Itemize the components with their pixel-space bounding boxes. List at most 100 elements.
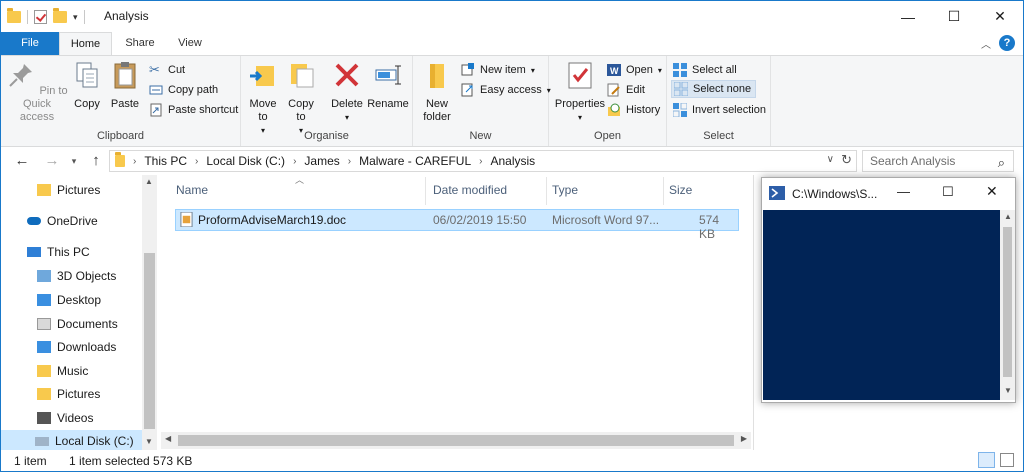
scroll-thumb[interactable] [178, 435, 734, 446]
nav-item-3d-objects[interactable]: 3D Objects [1, 265, 142, 287]
breadcrumb-this-pc[interactable]: This PC [144, 154, 187, 168]
new-folder-icon[interactable] [53, 8, 67, 23]
word-icon: W [607, 64, 621, 76]
scroll-left-icon[interactable]: ◀ [165, 434, 171, 443]
console-scrollbar[interactable]: ▲ ▼ [1000, 210, 1015, 400]
delete-button[interactable]: Delete ▾ [329, 60, 365, 124]
select-none-button[interactable]: Select none [671, 80, 757, 98]
breadcrumb-james[interactable]: James [304, 154, 339, 168]
maximize-button[interactable]: ☐ [931, 1, 977, 32]
invert-selection-button[interactable]: Invert selection [673, 101, 766, 119]
pin-to-quick-access-button[interactable]: Pin to Quick access [5, 60, 69, 124]
console-window[interactable]: C:\Windows\S... — ☐ ✕ ▲ ▼ [761, 177, 1016, 403]
console-output-area[interactable] [763, 210, 1000, 400]
open-group-label: Open [594, 130, 621, 142]
nav-item-onedrive[interactable]: OneDrive [1, 210, 142, 232]
column-header-size[interactable]: Size [669, 183, 692, 197]
nav-item-videos[interactable]: Videos [1, 407, 142, 429]
nav-item-pictures[interactable]: Pictures [1, 383, 142, 405]
rename-button[interactable]: Rename [367, 60, 409, 111]
tab-view[interactable]: View [167, 32, 213, 55]
copy-path-label: Copy path [168, 84, 219, 96]
search-icon[interactable]: ⌕ [998, 153, 1005, 173]
refresh-icon[interactable]: ↻ [841, 152, 852, 168]
breadcrumb-separator-icon[interactable]: › [133, 156, 136, 167]
scroll-right-icon[interactable]: ▶ [741, 434, 747, 443]
cut-button[interactable]: ✂ Cut [149, 61, 185, 79]
file-list-horizontal-scrollbar[interactable]: ◀ ▶ [161, 432, 751, 449]
address-dropdown-chevron-icon[interactable]: ∨ [827, 154, 834, 165]
tab-home[interactable]: Home [59, 32, 112, 55]
copy-to-button[interactable]: Copy to ▾ [285, 60, 317, 137]
nav-item-pictures-quick[interactable]: Pictures [1, 179, 142, 201]
breadcrumb-separator-icon[interactable]: › [479, 156, 482, 167]
properties-icon[interactable] [34, 10, 47, 24]
search-input[interactable]: Search Analysis ⌕ [862, 150, 1014, 172]
nav-item-local-disk[interactable]: Local Disk (C:) [1, 430, 142, 451]
copy-path-button[interactable]: Copy path [149, 81, 218, 99]
close-button[interactable]: ✕ [977, 1, 1023, 32]
copy-button[interactable]: Copy [69, 60, 105, 111]
nav-item-desktop[interactable]: Desktop [1, 289, 142, 311]
move-to-button[interactable]: Move to ▾ [247, 60, 279, 137]
quick-access-toolbar: ▾ [7, 8, 85, 26]
ribbon: Pin to Quick access Copy Paste ✂ Cut Cop… [1, 55, 1023, 147]
customize-qat-icon[interactable]: ▾ [73, 12, 78, 23]
breadcrumb-analysis[interactable]: Analysis [490, 154, 535, 168]
console-close-button[interactable]: ✕ [986, 183, 998, 200]
tab-file[interactable]: File [1, 32, 59, 55]
address-bar[interactable]: › This PC › Local Disk (C:) › James › Ma… [109, 150, 857, 172]
nav-item-this-pc[interactable]: This PC [1, 241, 142, 263]
paste-button[interactable]: Paste [107, 60, 143, 111]
properties-button[interactable]: Properties ▾ [553, 60, 607, 124]
column-header-type[interactable]: Type [552, 183, 578, 197]
console-maximize-button[interactable]: ☐ [942, 184, 954, 200]
status-item-count: 1 item [14, 454, 47, 468]
breadcrumb-malware-careful[interactable]: Malware - CAREFUL [359, 154, 471, 168]
collapse-ribbon-icon[interactable]: ︿ [981, 36, 991, 51]
paste-shortcut-button[interactable]: Paste shortcut [149, 101, 238, 119]
help-icon[interactable]: ? [999, 35, 1015, 51]
console-minimize-button[interactable]: — [897, 184, 910, 199]
computer-icon [27, 247, 41, 257]
new-item-button[interactable]: New item ▾ [461, 61, 535, 79]
select-all-button[interactable]: Select all [673, 61, 737, 79]
back-arrow-icon[interactable]: ← [13, 151, 31, 171]
scroll-down-icon[interactable]: ▼ [145, 437, 153, 446]
column-divider[interactable] [663, 177, 664, 205]
large-icons-view-icon[interactable] [1000, 453, 1014, 467]
history-button[interactable]: History [607, 101, 660, 119]
console-title-bar[interactable]: C:\Windows\S... — ☐ ✕ [762, 178, 1015, 208]
tab-share[interactable]: Share [116, 32, 164, 55]
scroll-thumb[interactable] [144, 253, 155, 429]
breadcrumb-local-disk[interactable]: Local Disk (C:) [206, 154, 285, 168]
table-row[interactable]: ProformAdviseMarch19.doc 06/02/2019 15:5… [175, 209, 739, 241]
minimize-button[interactable]: — [885, 1, 931, 32]
column-header-name[interactable]: Name [176, 183, 208, 197]
open-button[interactable]: W Open ▾ [607, 61, 662, 79]
column-header-date-modified[interactable]: Date modified [433, 183, 507, 197]
cut-label: Cut [168, 64, 186, 76]
forward-arrow-icon[interactable]: → [43, 151, 61, 171]
edit-label: Edit [626, 84, 645, 96]
copy-path-icon [149, 85, 163, 95]
nav-item-music[interactable]: Music [1, 360, 142, 382]
up-arrow-icon[interactable]: ↑ [87, 151, 105, 171]
scroll-up-icon[interactable]: ▲ [1004, 212, 1012, 221]
recent-locations-chevron-icon[interactable]: ▾ [65, 151, 83, 171]
column-divider[interactable] [546, 177, 547, 205]
breadcrumb-separator-icon[interactable]: › [293, 156, 296, 167]
column-divider[interactable] [425, 177, 426, 205]
details-view-icon[interactable] [978, 452, 995, 468]
new-folder-button[interactable]: New folder [419, 60, 455, 124]
edit-button[interactable]: Edit [607, 81, 645, 99]
nav-pane-scrollbar[interactable]: ▲ ▼ [142, 175, 157, 451]
breadcrumb-separator-icon[interactable]: › [348, 156, 351, 167]
nav-item-downloads[interactable]: Downloads [1, 336, 142, 358]
scroll-thumb[interactable] [1003, 227, 1012, 377]
scroll-down-icon[interactable]: ▼ [1004, 386, 1012, 395]
scroll-up-icon[interactable]: ▲ [145, 177, 153, 186]
breadcrumb-separator-icon[interactable]: › [195, 156, 198, 167]
nav-item-documents[interactable]: Documents [1, 313, 142, 335]
easy-access-button[interactable]: Easy access ▾ [461, 81, 551, 99]
